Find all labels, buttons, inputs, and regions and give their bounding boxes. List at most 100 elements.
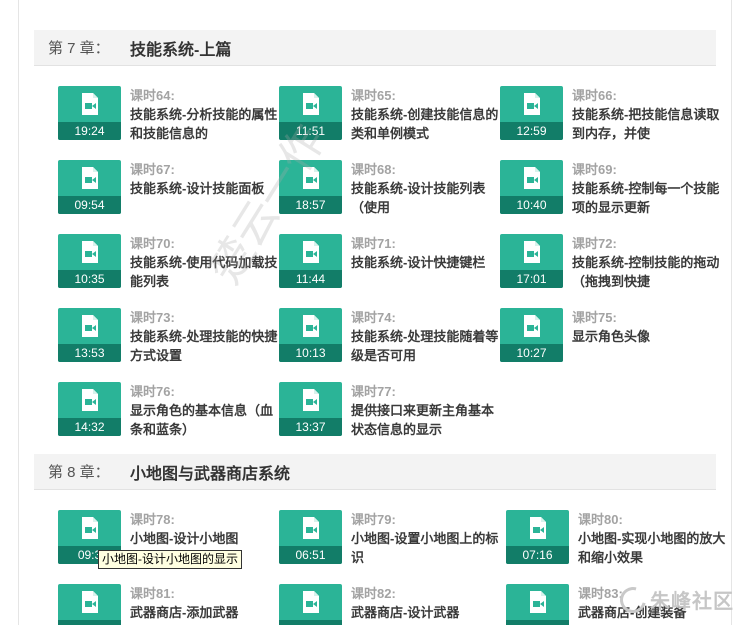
- lesson-item[interactable]: 10:35 课时70: 技能系统-使用代码加载技能列表: [58, 234, 278, 298]
- lesson-duration: 10:27: [500, 344, 563, 362]
- lesson-item[interactable]: 14:32 课时76: 显示角色的基本信息（血条和蓝条）: [58, 382, 278, 446]
- lesson-title-link[interactable]: 技能系统-处理技能的快捷方式设置: [130, 327, 280, 365]
- lesson-thumbnail[interactable]: 13:37: [279, 382, 342, 436]
- lesson-duration: 14:32: [58, 418, 121, 436]
- lesson-number: 课时75:: [572, 310, 617, 325]
- lesson-thumbnail[interactable]: [279, 584, 342, 625]
- lesson-number: 课时76:: [130, 384, 175, 399]
- video-file-icon: [524, 241, 540, 263]
- lesson-item[interactable]: 11:44 课时71: 技能系统-设计快捷键栏: [279, 234, 499, 298]
- lesson-item[interactable]: 17:01 课时72: 技能系统-控制技能的拖动（拖拽到快捷: [500, 234, 720, 298]
- lesson-thumbnail[interactable]: [58, 584, 121, 625]
- lesson-item[interactable]: 12:59 课时66: 技能系统-把技能信息读取到内存，并使: [500, 86, 720, 150]
- lesson-title-link[interactable]: 技能系统-设计技能面板: [130, 179, 280, 198]
- lesson-item[interactable]: 10:40 课时69: 技能系统-控制每一个技能项的显示更新: [500, 160, 720, 224]
- lesson-number: 课时74:: [351, 310, 396, 325]
- lesson-number: 课时82:: [351, 586, 396, 601]
- lesson-item[interactable]: 10:27 课时75: 显示角色头像: [500, 308, 720, 372]
- lesson-thumbnail[interactable]: 06:51: [279, 510, 342, 564]
- lesson-thumbnail[interactable]: 12:59: [500, 86, 563, 140]
- lesson-title-link[interactable]: 武器商店-添加武器: [130, 603, 280, 622]
- video-file-icon: [82, 591, 98, 613]
- video-file-icon: [303, 241, 319, 263]
- lesson-title-link[interactable]: 小地图-设置小地图上的标识: [351, 529, 501, 567]
- lesson-number: 课时70:: [130, 236, 175, 251]
- lesson-item[interactable]: 09:54 课时67: 技能系统-设计技能面板: [58, 160, 278, 224]
- lesson-thumbnail[interactable]: 19:24: [58, 86, 121, 140]
- lesson-title-link[interactable]: 显示角色的基本信息（血条和蓝条）: [130, 401, 280, 439]
- video-file-icon: [82, 93, 98, 115]
- video-file-icon: [82, 389, 98, 411]
- lesson-thumbnail[interactable]: 11:51: [279, 86, 342, 140]
- lesson-item[interactable]: 07:16 课时80: 小地图-实现小地图的放大和缩小效果: [506, 510, 726, 574]
- lesson-title-link[interactable]: 小地图-实现小地图的放大和缩小效果: [578, 529, 728, 567]
- logo-text: 朱峰社区: [650, 591, 734, 613]
- lesson-item[interactable]: 11:51 课时65: 技能系统-创建技能信息的类和单例模式: [279, 86, 499, 150]
- lesson-duration: 11:51: [279, 122, 342, 140]
- chapter-header-7: 第 7 章： 技能系统-上篇: [34, 30, 716, 66]
- lesson-thumbnail[interactable]: 10:35: [58, 234, 121, 288]
- lesson-number: 课时72:: [572, 236, 617, 251]
- lesson-title-link[interactable]: 显示角色头像: [572, 327, 722, 346]
- video-file-icon: [303, 591, 319, 613]
- lesson-title-link[interactable]: 技能系统-把技能信息读取到内存，并使: [572, 105, 722, 143]
- lesson-duration: 17:01: [500, 270, 563, 288]
- lesson-thumbnail[interactable]: 10:40: [500, 160, 563, 214]
- lesson-title-link[interactable]: 技能系统-控制每一个技能项的显示更新: [572, 179, 722, 217]
- lesson-duration: 11:44: [279, 270, 342, 288]
- video-file-icon: [303, 389, 319, 411]
- lesson-title-link[interactable]: 技能系统-使用代码加载技能列表: [130, 253, 280, 291]
- lesson-title-link[interactable]: 技能系统-设计技能列表（使用: [351, 179, 501, 217]
- video-file-icon: [303, 517, 319, 539]
- chapter-number: 第 7 章：: [48, 40, 110, 57]
- lesson-thumbnail[interactable]: 10:13: [279, 308, 342, 362]
- tooltip: 小地图-设计小地图的显示: [98, 550, 242, 569]
- lesson-thumbnail[interactable]: 07:16: [506, 510, 569, 564]
- lesson-title-link[interactable]: 提供接口来更新主角基本状态信息的显示: [351, 401, 501, 439]
- site-logo: 朱峰社区: [615, 581, 734, 618]
- lesson-number: 课时66:: [572, 88, 617, 103]
- lesson-thumbnail[interactable]: 17:01: [500, 234, 563, 288]
- lesson-duration: 18:57: [279, 196, 342, 214]
- lesson-item[interactable]: 13:53 课时73: 技能系统-处理技能的快捷方式设置: [58, 308, 278, 372]
- lesson-title-link[interactable]: 技能系统-设计快捷键栏: [351, 253, 501, 272]
- lesson-duration: [58, 620, 121, 625]
- lesson-thumbnail[interactable]: 18:57: [279, 160, 342, 214]
- lesson-title-link[interactable]: 技能系统-创建技能信息的类和单例模式: [351, 105, 501, 143]
- lesson-title-link[interactable]: 技能系统-处理技能随着等级是否可用: [351, 327, 501, 365]
- lesson-item[interactable]: 06:51 课时79: 小地图-设置小地图上的标识: [279, 510, 499, 574]
- lesson-title-link[interactable]: 武器商店-设计武器: [351, 603, 501, 622]
- lesson-thumbnail[interactable]: 13:53: [58, 308, 121, 362]
- lesson-title-link[interactable]: 技能系统-分析技能的属性和技能信息的: [130, 105, 280, 143]
- lesson-duration: 10:35: [58, 270, 121, 288]
- lesson-duration: 19:24: [58, 122, 121, 140]
- video-file-icon: [530, 517, 546, 539]
- lesson-duration: 06:51: [279, 546, 342, 564]
- lesson-number: 课时67:: [130, 162, 175, 177]
- video-file-icon: [82, 315, 98, 337]
- lesson-number: 课时80:: [578, 512, 623, 527]
- lesson-title-link[interactable]: 小地图-设计小地图: [130, 529, 280, 548]
- lesson-title-link[interactable]: 技能系统-控制技能的拖动（拖拽到快捷: [572, 253, 722, 291]
- lesson-number: 课时69:: [572, 162, 617, 177]
- video-file-icon: [82, 241, 98, 263]
- video-file-icon: [303, 93, 319, 115]
- lesson-item[interactable]: 19:24 课时64: 技能系统-分析技能的属性和技能信息的: [58, 86, 278, 150]
- lesson-thumbnail[interactable]: [506, 584, 569, 625]
- chapter-header-8: 第 8 章： 小地图与武器商店系统: [34, 454, 716, 490]
- lesson-thumbnail[interactable]: 10:27: [500, 308, 563, 362]
- lesson-item[interactable]: 13:37 课时77: 提供接口来更新主角基本状态信息的显示: [279, 382, 499, 446]
- lesson-item[interactable]: 课时82: 武器商店-设计武器: [279, 584, 499, 625]
- lesson-item[interactable]: 18:57 课时68: 技能系统-设计技能列表（使用: [279, 160, 499, 224]
- video-file-icon: [524, 315, 540, 337]
- video-file-icon: [303, 167, 319, 189]
- lesson-thumbnail[interactable]: 11:44: [279, 234, 342, 288]
- lesson-item[interactable]: 10:13 课时74: 技能系统-处理技能随着等级是否可用: [279, 308, 499, 372]
- video-file-icon: [82, 517, 98, 539]
- lesson-item[interactable]: 课时81: 武器商店-添加武器: [58, 584, 278, 625]
- lesson-duration: 10:40: [500, 196, 563, 214]
- lesson-thumbnail[interactable]: 09:54: [58, 160, 121, 214]
- lesson-thumbnail[interactable]: 14:32: [58, 382, 121, 436]
- lesson-number: 课时68:: [351, 162, 396, 177]
- lesson-number: 课时73:: [130, 310, 175, 325]
